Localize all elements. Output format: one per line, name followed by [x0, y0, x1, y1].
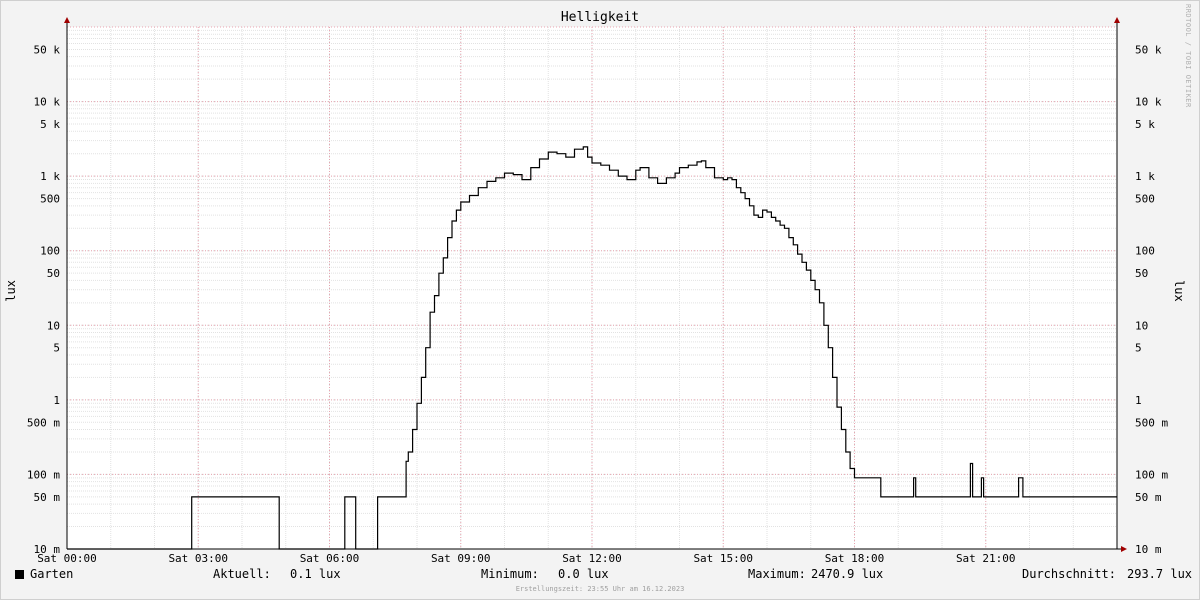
y-tick-label: 50 m [34, 491, 61, 504]
y-tick-label: 10 k [34, 96, 61, 109]
y-tick-label: 1 k [40, 170, 60, 183]
x-tick-label: Sat 12:00 [562, 552, 622, 565]
y-tick-label-right: 5 k [1135, 118, 1155, 131]
legend-avg-value: 293.7 lux [1127, 567, 1193, 581]
legend-min-label: Minimum: [481, 567, 539, 581]
y-tick-label: 50 [47, 267, 60, 280]
y-tick-label: 5 k [40, 118, 60, 131]
legend-current-value: 0.1 lux [290, 567, 341, 581]
legend-max-value: 2470.9 lux [811, 567, 884, 581]
y-tick-label-right: 100 [1135, 245, 1155, 258]
y-tick-label: 500 m [27, 416, 60, 429]
y-tick-label: 100 [40, 245, 60, 258]
x-tick-label: Sat 03:00 [168, 552, 228, 565]
y-tick-label-right: 500 [1135, 193, 1155, 206]
x-tick-label: Sat 09:00 [431, 552, 491, 565]
legend-row: Garten Aktuell: 0.1 lux Minimum: 0.0 lux… [0, 567, 1200, 585]
y-tick-label: 100 m [27, 468, 60, 481]
x-tick-label: Sat 15:00 [693, 552, 753, 565]
legend-current-label: Aktuell: [213, 567, 271, 581]
legend-series-name: Garten [30, 567, 74, 581]
x-tick-label: Sat 06:00 [300, 552, 360, 565]
y-tick-label: 5 [53, 342, 60, 355]
y-tick-label-right: 10 k [1135, 96, 1162, 109]
y-axis-arrow-right [1114, 17, 1120, 23]
x-tick-label: Sat 00:00 [37, 552, 97, 565]
y-tick-label: 10 [47, 319, 60, 332]
y-tick-label-right: 50 m [1135, 491, 1162, 504]
legend-avg-label: Durchschnitt: [1022, 567, 1116, 581]
y-tick-label: 50 k [34, 43, 61, 56]
y-tick-label-right: 10 m [1135, 543, 1162, 556]
legend-max-label: Maximum: [748, 567, 806, 581]
y-axis-arrow [64, 17, 70, 23]
y-tick-label-right: 5 [1135, 342, 1142, 355]
chart-svg: 10 m 10 m50 m 50 m100 m 100 m500 m 500 m1 15 5… [27, 17, 1168, 565]
x-tick-label: Sat 21:00 [956, 552, 1016, 565]
y-tick-label-right: 1 [1135, 394, 1142, 407]
y-tick-label: 500 [40, 193, 60, 206]
y-tick-label-right: 50 k [1135, 43, 1162, 56]
y-tick-label: 1 [53, 394, 60, 407]
legend-min-value: 0.0 lux [558, 567, 609, 581]
y-tick-label-right: 100 m [1135, 468, 1168, 481]
y-tick-label-right: 10 [1135, 319, 1148, 332]
y-tick-label-right: 1 k [1135, 170, 1155, 183]
footer-timestamp: Erstellungszeit: 23:55 Uhr am 16.12.2023 [515, 585, 685, 593]
y-tick-label-right: 50 [1135, 267, 1148, 280]
x-tick-label: Sat 18:00 [825, 552, 885, 565]
x-axis-arrow [1121, 546, 1127, 552]
y-tick-label-right: 500 m [1135, 416, 1168, 429]
